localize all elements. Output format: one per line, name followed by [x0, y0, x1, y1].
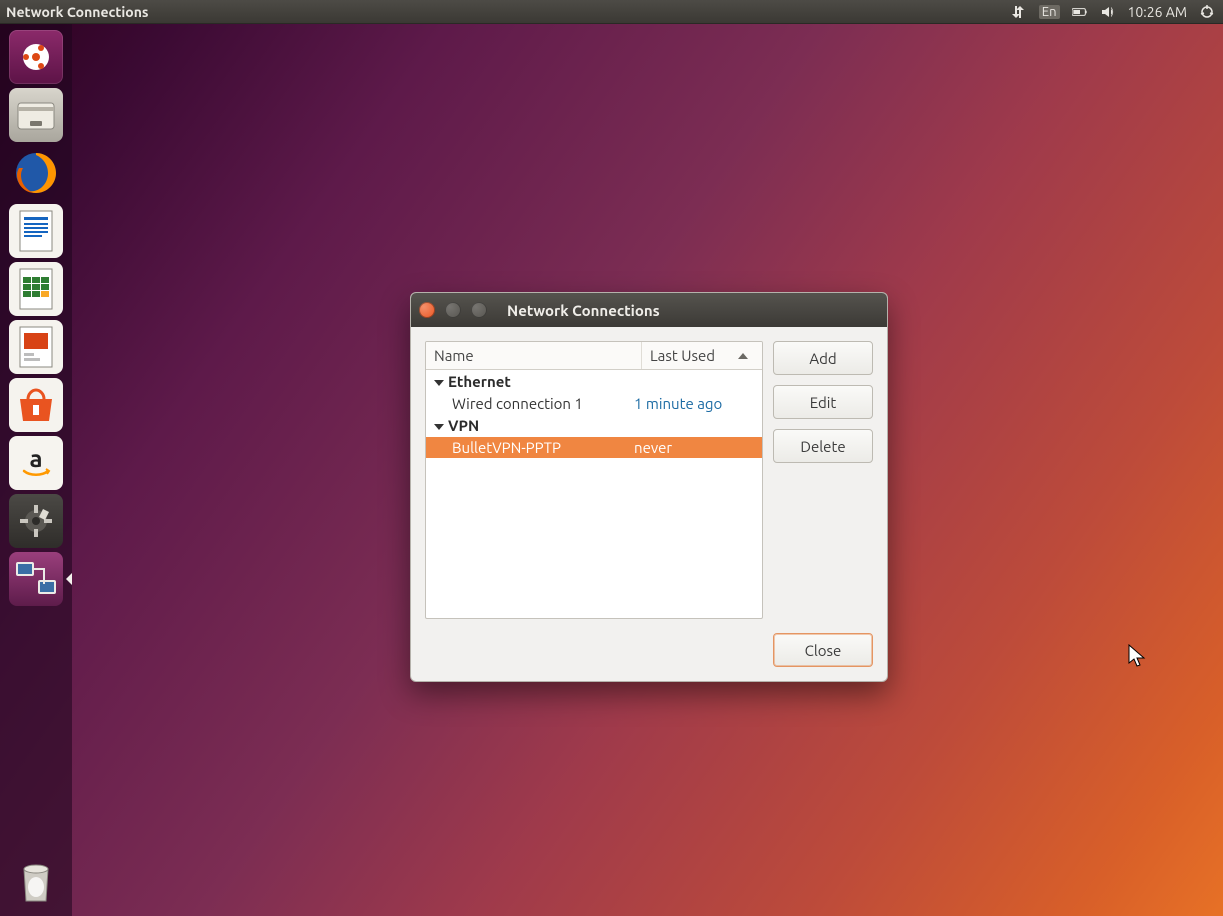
network-indicator-icon[interactable]	[1011, 4, 1027, 20]
chevron-down-icon	[434, 380, 444, 386]
launcher-amazon[interactable]: a	[9, 436, 63, 490]
sound-indicator-icon[interactable]	[1100, 4, 1116, 20]
launcher-settings[interactable]	[9, 494, 63, 548]
battery-indicator-icon[interactable]	[1072, 4, 1088, 20]
launcher-trash[interactable]	[9, 854, 63, 908]
active-window-title: Network Connections	[0, 4, 1011, 20]
edit-button[interactable]: Edit	[773, 385, 873, 419]
column-name[interactable]: Name	[426, 342, 642, 369]
chevron-down-icon	[434, 424, 444, 430]
list-header: Name Last Used	[426, 342, 762, 370]
launcher-software[interactable]	[9, 378, 63, 432]
keyboard-indicator[interactable]: En	[1039, 5, 1060, 19]
window-minimize-button[interactable]	[445, 302, 461, 318]
column-last-used[interactable]: Last Used	[642, 342, 762, 369]
delete-button[interactable]: Delete	[773, 429, 873, 463]
top-panel: Network Connections En 10:26 AM	[0, 0, 1223, 24]
launcher-firefox[interactable]	[9, 146, 63, 200]
window-maximize-button[interactable]	[471, 302, 487, 318]
close-button[interactable]: Close	[773, 633, 873, 667]
launcher-writer[interactable]	[9, 204, 63, 258]
launcher-impress[interactable]	[9, 320, 63, 374]
window-close-button[interactable]	[419, 302, 435, 318]
dialog-title: Network Connections	[507, 302, 660, 319]
mouse-cursor-icon	[1128, 644, 1146, 668]
clock[interactable]: 10:26 AM	[1128, 4, 1188, 20]
launcher-network-connections[interactable]	[9, 552, 63, 606]
connection-row[interactable]: Wired connection 1 1 minute ago	[426, 393, 762, 414]
dialog-titlebar[interactable]: Network Connections	[411, 293, 887, 327]
sort-asc-icon	[738, 353, 748, 359]
network-connections-dialog: Network Connections Name Last Used Ether…	[410, 292, 888, 682]
group-vpn[interactable]: VPN	[426, 414, 762, 437]
group-ethernet[interactable]: Ethernet	[426, 370, 762, 393]
session-indicator-icon[interactable]	[1199, 4, 1215, 20]
launcher: a	[0, 24, 72, 916]
indicator-area: En 10:26 AM	[1011, 4, 1223, 20]
launcher-dash[interactable]	[9, 30, 63, 84]
connection-row[interactable]: BulletVPN-PPTP never	[426, 437, 762, 458]
svg-text:a: a	[29, 445, 42, 472]
add-button[interactable]: Add	[773, 341, 873, 375]
launcher-files[interactable]	[9, 88, 63, 142]
launcher-calc[interactable]	[9, 262, 63, 316]
connections-list[interactable]: Name Last Used Ethernet Wired connection…	[425, 341, 763, 619]
